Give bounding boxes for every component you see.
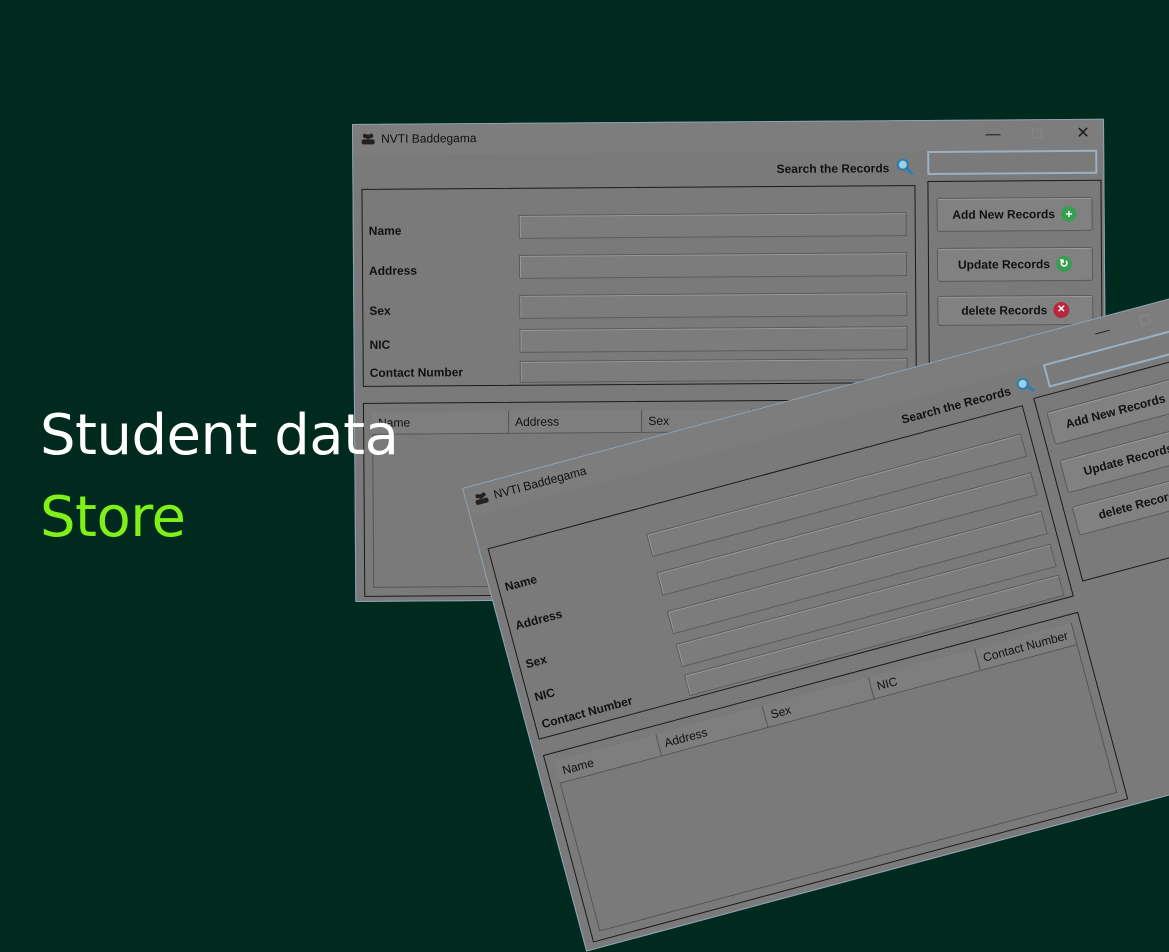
student-form: Name Address Sex NIC Contact Number [361,185,916,387]
search-label: Search the Records [777,161,890,176]
delete-circle-icon: ✕ [1053,302,1069,318]
add-record-label: Add New Records [1064,391,1167,431]
close-button[interactable]: ✕ [1073,124,1093,144]
add-record-label: Add New Records [952,207,1055,222]
contact-number-label: Contact Number [370,365,463,380]
name-label: Name [369,224,402,238]
hero-heading: Student data Store [40,400,398,554]
delete-record-button[interactable]: delete Records ✕ [937,295,1093,326]
users-icon [361,133,375,145]
name-label: Name [503,572,538,594]
search-icon [895,157,913,175]
address-label: Address [369,264,417,278]
nic-field[interactable] [519,326,907,353]
search-input[interactable] [927,150,1097,175]
column-header-address[interactable]: Address [509,410,642,433]
refresh-icon: ↻ [1056,256,1072,272]
minimize-button[interactable]: — [983,124,1003,144]
contact-number-field[interactable] [520,358,908,383]
nic-label: NIC [533,685,557,704]
sex-label: Sex [524,652,548,671]
address-label: Address [514,607,564,633]
name-field[interactable] [519,212,907,239]
hero-title-line-1: Student data [40,400,398,472]
minimize-button[interactable]: — [1090,320,1114,344]
address-field[interactable] [519,252,907,279]
add-record-button[interactable]: Add New Records + [937,197,1093,232]
update-record-label: Update Records [958,257,1050,272]
users-icon [473,491,490,506]
maximize-button[interactable]: ☐ [1133,308,1157,332]
search-icon [1013,374,1035,396]
plus-circle-icon: + [1061,206,1077,222]
hero-title-line-2: Store [40,482,398,554]
update-record-button[interactable]: Update Records ↻ [937,247,1093,282]
update-record-label: Update Records [1082,441,1169,478]
sex-field[interactable] [519,292,907,319]
delete-record-label: delete Records [1097,486,1169,522]
sex-label: Sex [369,304,390,318]
maximize-button[interactable]: ☐ [1027,124,1047,144]
window-title: NVTI Baddegama [381,131,476,146]
nic-label: NIC [369,338,390,352]
delete-record-label: delete Records [961,303,1047,318]
